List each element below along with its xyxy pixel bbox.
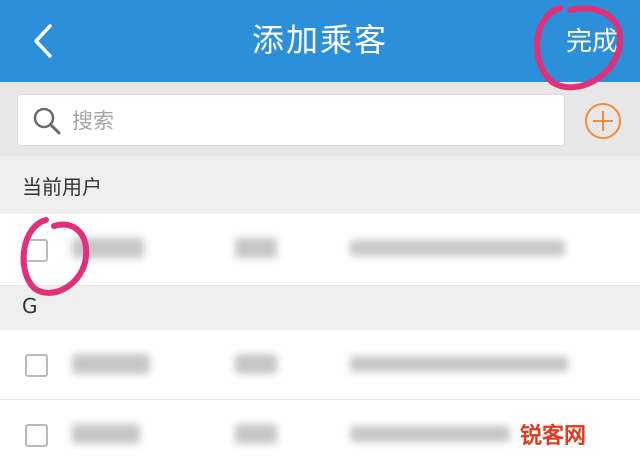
done-button[interactable]: 完成 (566, 24, 618, 60)
watermark: 锐客网 (520, 424, 587, 449)
passenger-checkbox[interactable] (25, 424, 48, 447)
passenger-checkbox[interactable] (25, 239, 48, 262)
passenger-checkbox[interactable] (25, 354, 48, 377)
obscured-id-number (350, 426, 510, 442)
page-title: 添加乘客 (251, 21, 388, 59)
obscured-id-type (235, 238, 277, 258)
obscured-id-type (235, 354, 277, 374)
obscured-name (72, 238, 144, 258)
search-icon (33, 107, 61, 135)
app-header: 添加乘客 完成 (0, 0, 640, 82)
search-bar (0, 82, 640, 156)
obscured-id-number (350, 356, 568, 372)
passenger-row[interactable] (0, 214, 640, 286)
obscured-id-type (235, 424, 277, 444)
section-header-g: G (0, 286, 640, 330)
obscured-name (72, 424, 140, 444)
obscured-name (72, 354, 150, 374)
plus-circle-icon[interactable] (583, 101, 623, 141)
search-box[interactable] (17, 94, 565, 146)
section-header-current-user: 当前用户 (0, 156, 640, 214)
search-input[interactable] (70, 103, 544, 139)
obscured-id-number (350, 240, 565, 256)
passenger-row[interactable] (0, 330, 640, 400)
